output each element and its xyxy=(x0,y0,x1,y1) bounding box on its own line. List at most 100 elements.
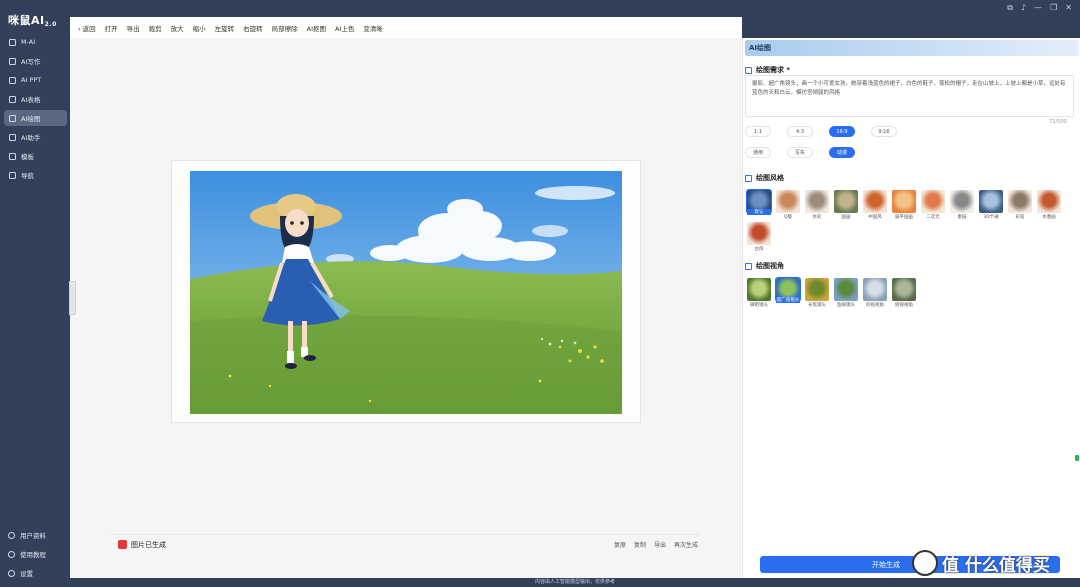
sidebar-bottom-label: 用户资料 xyxy=(20,532,46,540)
views-thumbnail xyxy=(863,278,887,301)
nav-icon xyxy=(9,114,16,122)
styles-thumbnail xyxy=(979,190,1003,213)
char-counter: 73/500 xyxy=(1049,119,1067,125)
views-thumbnail xyxy=(834,278,858,301)
user-icon xyxy=(8,569,15,577)
ratios-chip-3[interactable]: 9:16 xyxy=(871,126,897,137)
styles-option-5[interactable]: 扁平插画 xyxy=(892,190,916,220)
toolbar-item-10[interactable]: 变清晰 xyxy=(363,23,383,33)
styles-thumbnail xyxy=(892,190,916,213)
sidebar-item-7[interactable]: 导航 xyxy=(4,167,67,183)
toolbar-item-7[interactable]: 局部擦除 xyxy=(272,23,298,33)
pin-icon[interactable]: ⧉ xyxy=(1007,3,1013,13)
prompt-section-title: 绘图需求 * xyxy=(745,65,790,75)
styles-label: 水彩 xyxy=(812,215,822,220)
toolbar-item-9[interactable]: AI上色 xyxy=(335,23,354,33)
styles-thumbnail xyxy=(776,190,800,213)
toolbar-item-1[interactable]: 导出 xyxy=(127,23,140,33)
ratios-chip-2[interactable]: 16:9 xyxy=(829,126,855,137)
styles-option-9[interactable]: 彩铅 xyxy=(1008,190,1032,220)
result-action-3[interactable]: 再次生成 xyxy=(674,540,698,549)
toolbar-item-6[interactable]: 右旋转 xyxy=(243,23,263,33)
close-icon[interactable]: ✕ xyxy=(1065,3,1072,13)
views-label: 长焦镜头 xyxy=(808,303,826,308)
toolbar-item-4[interactable]: 缩小 xyxy=(193,23,206,33)
styles-thumbnail xyxy=(834,190,858,213)
views-option-1[interactable]: 超广角镜头 xyxy=(775,277,801,308)
toolbar-item-2[interactable]: 裁剪 xyxy=(149,23,162,33)
styles-option-6[interactable]: 二次元 xyxy=(921,190,945,220)
back-button[interactable]: ‹ 返回 xyxy=(78,23,96,33)
views-label: 俯视视角 xyxy=(895,303,913,308)
views-option-4[interactable]: 仰视视角 xyxy=(863,278,887,308)
sidebar-item-label: AI绘图 xyxy=(21,115,41,123)
sidebar-item-label: AI表格 xyxy=(21,96,41,104)
styles-option-11[interactable]: 古风 xyxy=(747,222,771,252)
collapse-panel-tab[interactable] xyxy=(69,281,76,315)
views-label: 超广角镜头 xyxy=(776,297,800,303)
view-section-title: 绘图视角 xyxy=(745,261,784,271)
nav-icon xyxy=(9,152,16,160)
sidebar-item-0[interactable]: M-AI xyxy=(4,34,67,50)
views-thumbnail xyxy=(892,278,916,301)
prompt-textarea[interactable]: 摄影、超广角镜头，画一个小可爱女孩，她穿着浅蓝色的裙子，白色的鞋子，蓬松的帽子，… xyxy=(745,75,1074,117)
styles-thumbnail xyxy=(950,190,974,213)
toolbar-item-8[interactable]: AI抠图 xyxy=(307,23,326,33)
styles-label: 国画 xyxy=(841,215,851,220)
toolbar-item-3[interactable]: 放大 xyxy=(171,23,184,33)
minimize-icon[interactable]: — xyxy=(1034,3,1042,13)
modes-chip-1[interactable]: 写实 xyxy=(787,147,813,158)
views-option-5[interactable]: 俯视视角 xyxy=(892,278,916,308)
bell-icon[interactable]: ♪ xyxy=(1021,3,1026,13)
maximize-icon[interactable]: ❐ xyxy=(1050,3,1057,13)
styles-option-7[interactable]: 素描 xyxy=(950,190,974,220)
ai-draw-panel: AI绘图 绘图需求 * 摄影、超广角镜头，画一个小可爱女孩，她穿着浅蓝色的裙子，… xyxy=(742,38,1080,578)
views-option-0[interactable]: 微距镜头 xyxy=(747,278,771,308)
styles-option-0[interactable]: 默认 xyxy=(746,189,772,220)
views-option-3[interactable]: 鱼眼镜头 xyxy=(834,278,858,308)
sidebar-bottom-item-0[interactable]: 用户资料 xyxy=(8,530,46,540)
result-action-0[interactable]: 复原 xyxy=(614,540,626,549)
styles-option-1[interactable]: Q版 xyxy=(776,190,800,220)
toolbar-item-5[interactable]: 左旋转 xyxy=(215,23,235,33)
sidebar-bottom-label: 使用教程 xyxy=(20,551,46,559)
sidebar-item-1[interactable]: AI写作 xyxy=(4,53,67,69)
sidebar-item-2[interactable]: AI PPT xyxy=(4,72,67,88)
generated-image xyxy=(190,171,622,414)
styles-label: 素描 xyxy=(957,215,967,220)
styles-option-10[interactable]: 水墨画 xyxy=(1037,190,1061,220)
sidebar-item-4[interactable]: AI绘图 xyxy=(4,110,67,126)
sidebar-item-label: AI写作 xyxy=(21,58,41,66)
user-icon xyxy=(8,531,15,539)
styles-label: 中国风 xyxy=(868,215,882,220)
sidebar-bottom-item-1[interactable]: 使用教程 xyxy=(8,549,46,559)
sidebar-bottom-item-2[interactable]: 设置 xyxy=(8,568,33,578)
styles-thumbnail xyxy=(921,190,945,213)
sidebar-item-6[interactable]: 模板 xyxy=(4,148,67,164)
image-toolbar: ‹ 返回 打开 导出 裁剪 放大 缩小 左旋转 右旋转 局部擦除 AI抠图 AI上色 变清晰 xyxy=(70,17,742,38)
sidebar-item-5[interactable]: AI助手 xyxy=(4,129,67,145)
styles-option-3[interactable]: 国画 xyxy=(834,190,858,220)
camera-icon xyxy=(745,262,752,270)
styles-thumbnail xyxy=(863,190,887,213)
styles-option-8[interactable]: 3D卡通 xyxy=(979,190,1003,220)
styles-option-4[interactable]: 中国风 xyxy=(863,190,887,220)
result-bar: 图片已生成 复原 复制 导出 再次生成 xyxy=(110,534,700,554)
user-icon xyxy=(8,550,15,558)
modes-chip-2[interactable]: 动漫 xyxy=(829,147,855,158)
result-action-2[interactable]: 导出 xyxy=(654,540,666,549)
styles-option-2[interactable]: 水彩 xyxy=(805,190,829,220)
sidebar-item-3[interactable]: AI表格 xyxy=(4,91,67,107)
views-option-2[interactable]: 长焦镜头 xyxy=(805,278,829,308)
toolbar-item-0[interactable]: 打开 xyxy=(105,23,118,33)
modes-chip-0[interactable]: 通用 xyxy=(745,147,771,158)
sidebar-item-label: AI PPT xyxy=(21,76,42,84)
ratios-chip-0[interactable]: 1:1 xyxy=(745,126,771,137)
document-icon xyxy=(745,66,752,74)
ratios-chip-1[interactable]: 4:3 xyxy=(787,126,813,137)
nav-icon xyxy=(9,38,16,46)
sidebar-item-label: AI助手 xyxy=(21,134,41,142)
result-action-1[interactable]: 复制 xyxy=(634,540,646,549)
views-label: 鱼眼镜头 xyxy=(837,303,855,308)
views-label: 微距镜头 xyxy=(750,303,768,308)
